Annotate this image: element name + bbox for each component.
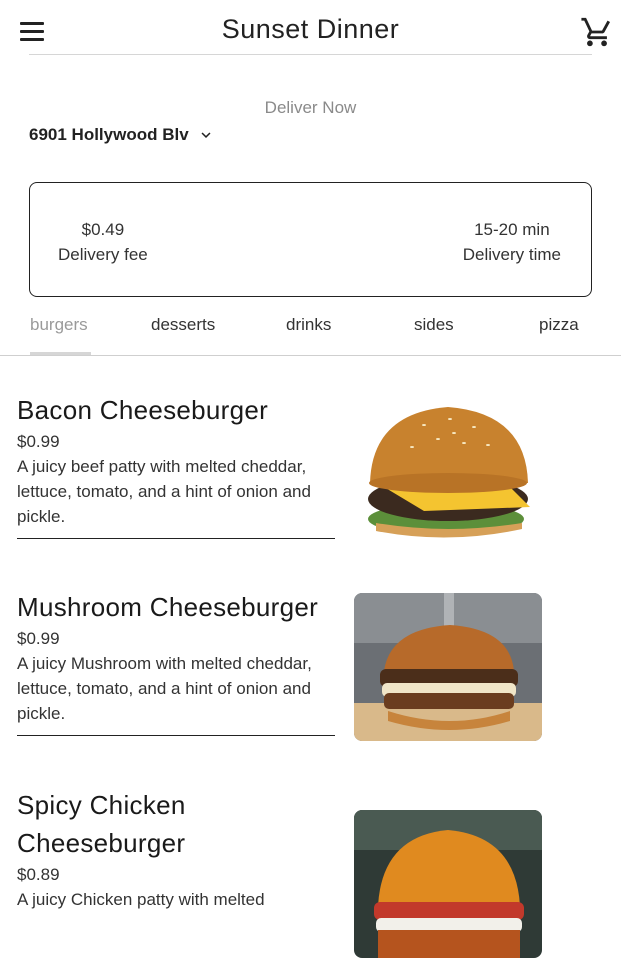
delivery-fee-label: Delivery fee <box>58 245 148 264</box>
item-price: $0.89 <box>17 865 60 884</box>
delivery-info-card: $0.49 Delivery fee 15-20 min Delivery ti… <box>29 182 592 297</box>
tab-burgers[interactable]: burgers <box>30 315 88 335</box>
menu-item[interactable]: Bacon Cheeseburger $0.99 A juicy beef pa… <box>17 391 335 539</box>
delivery-time-block: 15-20 min Delivery time <box>463 217 561 267</box>
delivery-time-value: 15-20 min <box>474 220 550 239</box>
header-divider <box>29 54 592 55</box>
address-selector[interactable]: 6901 Hollywood Blv <box>29 125 215 145</box>
tabs-divider <box>0 355 621 356</box>
chevron-down-icon <box>201 132 211 138</box>
item-name: Bacon Cheeseburger <box>17 395 269 425</box>
address-text: 6901 Hollywood Blv <box>29 125 189 144</box>
category-tabs: burgers desserts drinks sides pizza <box>0 305 621 356</box>
cheeseburger-image[interactable] <box>354 395 542 543</box>
chicken-burger-image[interactable] <box>354 810 542 958</box>
item-divider <box>17 538 335 539</box>
menu-item[interactable]: Spicy Chicken Cheeseburger $0.89 A juicy… <box>17 786 335 912</box>
shopping-cart-icon[interactable] <box>580 15 614 49</box>
delivery-fee-block: $0.49 Delivery fee <box>58 217 148 267</box>
item-description: A juicy beef patty with melted cheddar, … <box>17 457 311 526</box>
item-name: Spicy Chicken Cheeseburger <box>17 790 186 858</box>
item-description: A juicy Mushroom with melted cheddar, le… <box>17 654 312 723</box>
item-name: Mushroom Cheeseburger <box>17 592 319 622</box>
tab-sides[interactable]: sides <box>414 315 454 335</box>
item-description: A juicy Chicken patty with melted <box>17 890 265 909</box>
top-app-bar: Sunset Dinner <box>0 0 621 56</box>
item-price: $0.99 <box>17 432 60 451</box>
menu-item[interactable]: Mushroom Cheeseburger $0.99 A juicy Mush… <box>17 588 335 736</box>
tab-drinks[interactable]: drinks <box>286 315 331 335</box>
deliver-now-toggle[interactable]: Deliver Now <box>0 98 621 118</box>
app-title: Sunset Dinner <box>221 14 400 44</box>
delivery-fee-value: $0.49 <box>81 220 125 239</box>
delivery-time-label: Delivery time <box>462 245 561 264</box>
tab-pizza[interactable]: pizza <box>539 315 579 335</box>
mushroom-burger-image[interactable] <box>354 593 542 741</box>
tab-desserts[interactable]: desserts <box>151 315 215 335</box>
item-divider <box>17 735 335 736</box>
item-price: $0.99 <box>17 629 60 648</box>
